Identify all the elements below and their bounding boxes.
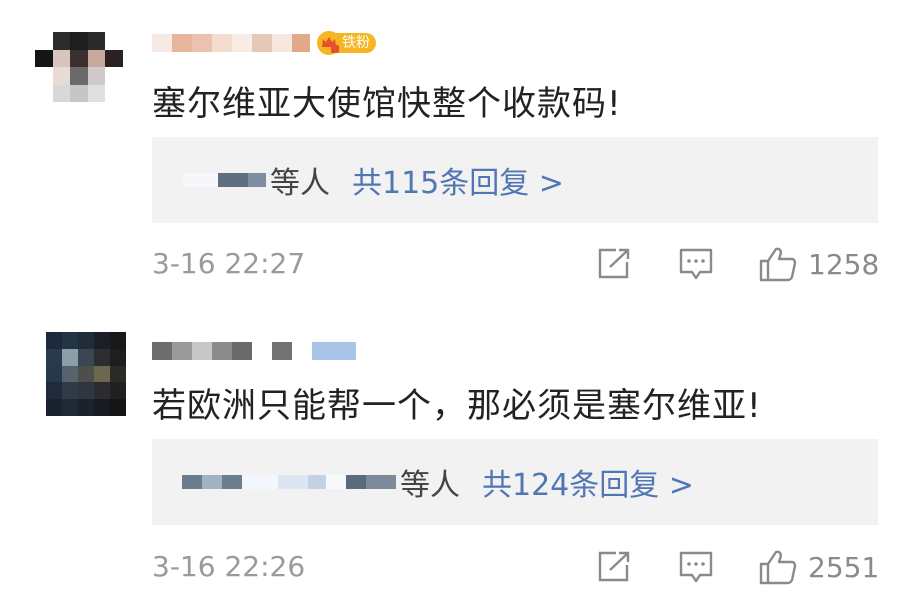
reply-count-link[interactable]: 共115条回复 > [352, 158, 564, 202]
reply-suffix: 等人 [270, 166, 330, 201]
reply-suffix: 等人 [400, 468, 460, 503]
comment-meta: 3-16 22:27 1258 [152, 244, 879, 284]
share-icon [598, 551, 630, 582]
fan-badge[interactable]: 铁粉 [316, 30, 376, 56]
like-count: 1258 [808, 247, 880, 281]
share-button[interactable] [596, 246, 632, 282]
reply-usernames [182, 173, 266, 187]
crown-icon [316, 30, 342, 56]
comment-button[interactable] [678, 549, 714, 585]
comment-item: 铁粉 塞尔维亚大使馆快整个收款码! 等人 共115条回复 > 3-16 22:2… [0, 0, 900, 300]
comment-icon [679, 248, 713, 280]
like-count: 2551 [808, 550, 880, 584]
reply-usernames [182, 475, 396, 489]
comment-text: 若欧洲只能帮一个，那必须是塞尔维亚! [152, 386, 762, 426]
thumbs-up-icon [759, 247, 797, 282]
avatar[interactable] [46, 332, 126, 416]
like-button[interactable]: 1258 [758, 246, 879, 282]
share-button[interactable] [596, 549, 632, 585]
comment-meta: 3-16 22:26 2551 [152, 547, 879, 587]
comment-item: 若欧洲只能帮一个，那必须是塞尔维亚! 等人 共124条回复 > 3-16 22:… [0, 300, 900, 602]
like-button[interactable]: 2551 [758, 549, 879, 585]
username[interactable]: 铁粉 [152, 30, 376, 56]
avatar[interactable] [35, 32, 123, 120]
username[interactable] [152, 340, 356, 362]
share-icon [598, 248, 630, 279]
timestamp: 3-16 22:27 [152, 247, 306, 280]
timestamp: 3-16 22:26 [152, 550, 306, 583]
comment-button[interactable] [678, 246, 714, 282]
thumbs-up-icon [759, 550, 797, 585]
reply-count-link[interactable]: 共124条回复 > [482, 460, 694, 504]
replies-box[interactable]: 等人 共115条回复 > [152, 137, 878, 223]
comment-icon [679, 551, 713, 583]
replies-box[interactable]: 等人 共124条回复 > [152, 439, 878, 525]
comment-text: 塞尔维亚大使馆快整个收款码! [152, 84, 622, 124]
